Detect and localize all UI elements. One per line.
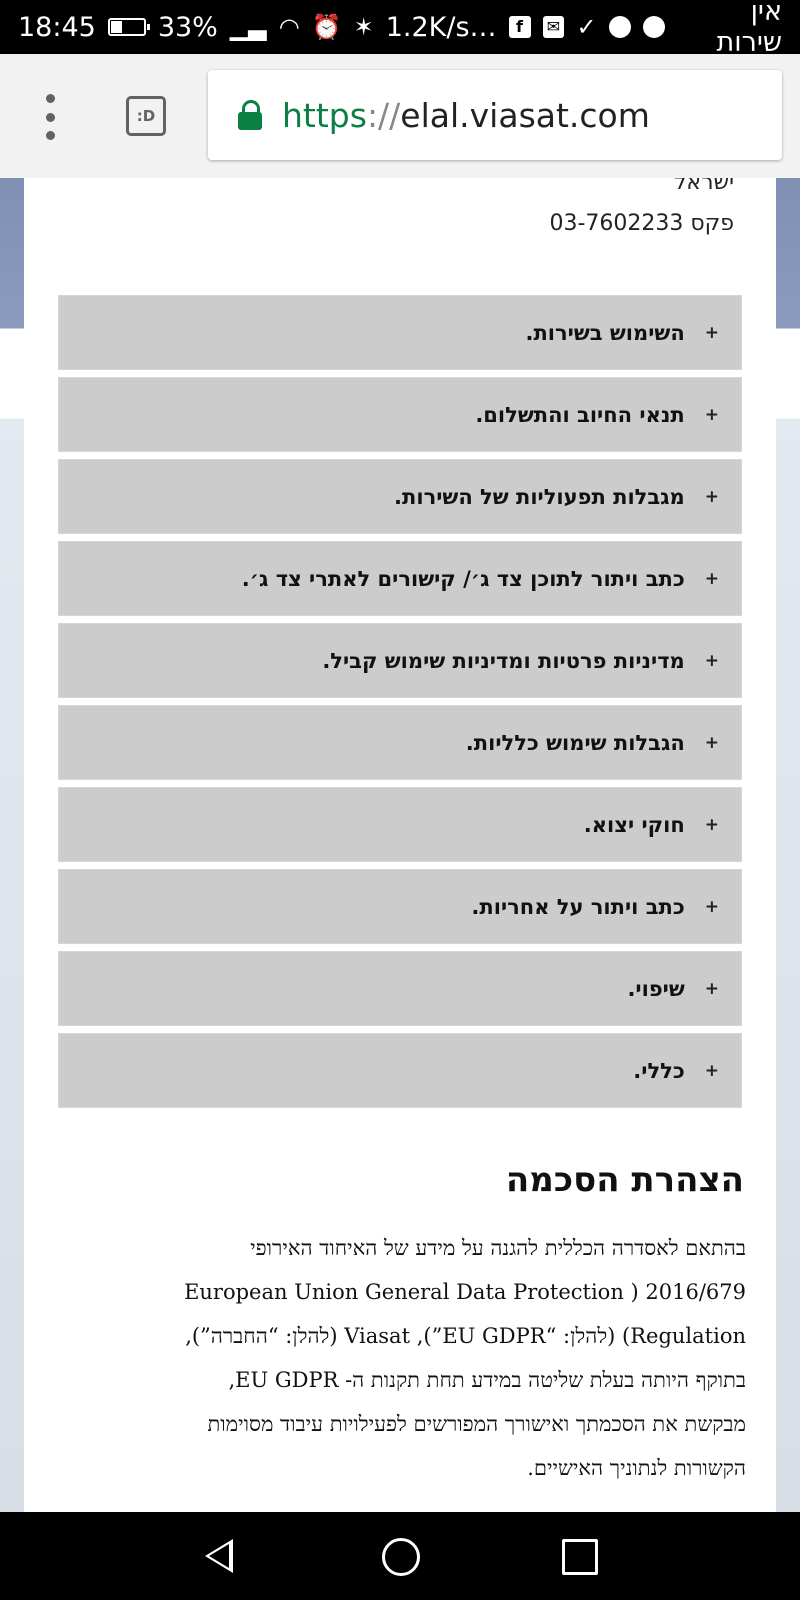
expand-icon: +	[704, 896, 719, 917]
accordion-item[interactable]: + השימוש בשירות.	[58, 295, 742, 370]
accordion-item[interactable]: + כללי.	[58, 1033, 742, 1108]
url-bar[interactable]: https://elal.viasat.com	[208, 70, 782, 160]
consent-line: Regulation) (להלן: “EU GDPR”), Viasat (ל…	[185, 1324, 746, 1348]
overflow-menu-icon[interactable]	[40, 94, 60, 140]
consent-body: בהתאם לאסדרה הכללית להגנה על מידע של האי…	[56, 1226, 746, 1490]
consent-line: בהתאם לאסדרה הכללית להגנה על מידע של האי…	[250, 1236, 746, 1260]
wifi-icon: ◠	[278, 13, 300, 41]
expand-icon: +	[704, 404, 719, 425]
no-signal-icon: ▁▃	[229, 13, 267, 41]
url-host: elal.viasat.com	[400, 95, 650, 135]
expand-icon: +	[704, 650, 719, 671]
accordion-item-label: מדיניות פרטיות ומדיניות שימוש קביל.	[322, 648, 685, 673]
battery-percent: 33%	[157, 11, 218, 43]
music-icon	[608, 16, 631, 38]
expand-icon: +	[704, 486, 719, 507]
url-separator: ://	[366, 95, 401, 135]
accordion-item-label: כללי.	[633, 1058, 685, 1083]
accordion-item[interactable]: + מדיניות פרטיות ומדיניות שימוש קביל.	[58, 623, 742, 698]
navigation-bar	[0, 1512, 800, 1600]
alarm-icon: ⏰	[311, 13, 342, 41]
tab-switcher-button[interactable]: :D	[126, 96, 166, 136]
terms-accordion: + השימוש בשירות. + תנאי החיוב והתשלום. + מג…	[58, 295, 742, 1115]
accordion-item-label: כתב ויתור על אחריות.	[471, 894, 685, 919]
accordion-item[interactable]: + כתב ויתור לתוכן צד ג׳/ קישורים לאתרי צד…	[58, 541, 742, 616]
accordion-item-label: שיפוי.	[627, 976, 685, 1001]
consent-line: בתוקף היותה בעלת שליטה במידע תחת תקנות ה…	[228, 1368, 746, 1392]
recent-apps-icon[interactable]	[562, 1539, 598, 1575]
back-icon[interactable]	[205, 1539, 233, 1573]
lock-icon	[238, 100, 262, 130]
consent-line: European Union General Data Protection )…	[184, 1280, 746, 1304]
page-content: ישראל פקס 03-7602233 + השימוש בשירות. + תנ…	[24, 178, 776, 1512]
facebook-icon: f	[508, 16, 531, 38]
accordion-item-label: חוקי יצוא.	[583, 812, 685, 837]
accordion-item-label: תנאי החיוב והתשלום.	[475, 402, 685, 427]
home-icon[interactable]	[382, 1538, 420, 1576]
status-bar-right: … f ✉ ✓ אין שירות	[469, 0, 783, 58]
accordion-item-label: כתב ויתור לתוכן צד ג׳/ קישורים לאתרי צד …	[241, 566, 685, 591]
telegram-icon	[642, 16, 665, 38]
expand-icon: +	[704, 568, 719, 589]
status-bar: 18:45 33% ▁▃ ◠ ⏰ ✶ 1.2K/s … f ✉ ✓ אין שי…	[0, 0, 800, 58]
accordion-item[interactable]: + חוקי יצוא.	[58, 787, 742, 862]
consent-title: הצהרת הסכמה	[505, 1160, 744, 1200]
carrier-label: אין שירות	[716, 0, 783, 58]
expand-icon: +	[704, 814, 719, 835]
battery-icon	[107, 18, 150, 36]
expand-icon: +	[704, 978, 719, 999]
status-bar-left: 18:45 33% ▁▃ ◠ ⏰ ✶ 1.2K/s	[18, 12, 470, 43]
consent-line: מבקשת את הסכמתך ואישורך המפורשים לפעילוי…	[207, 1412, 746, 1436]
url-scheme: https	[282, 95, 367, 135]
bluetooth-icon: ✶	[353, 13, 374, 41]
address-country: ישראל	[673, 178, 734, 195]
accordion-item-label: מגבלות תפעוליות של השירות.	[394, 484, 685, 509]
expand-icon: +	[704, 732, 719, 753]
accordion-item[interactable]: + הגבלות שימוש כלליות.	[58, 705, 742, 780]
accordion-item[interactable]: + תנאי החיוב והתשלום.	[58, 377, 742, 452]
network-speed: 1.2K/s	[385, 11, 470, 43]
address-fax: פקס 03-7602233	[549, 211, 734, 236]
accordion-item[interactable]: + מגבלות תפעוליות של השירות.	[58, 459, 742, 534]
check-icon: ✓	[576, 13, 597, 41]
expand-icon: +	[704, 322, 719, 343]
browser-toolbar: :D https://elal.viasat.com	[0, 54, 800, 178]
clock: 18:45	[18, 11, 96, 43]
accordion-item[interactable]: + כתב ויתור על אחריות.	[58, 869, 742, 944]
overflow-indicator: …	[469, 11, 497, 43]
email-icon: ✉	[542, 16, 565, 38]
expand-icon: +	[704, 1060, 719, 1081]
consent-line: הקשורות לנתוניך האישיים.	[527, 1456, 746, 1480]
accordion-item-label: השימוש בשירות.	[525, 320, 685, 345]
accordion-item[interactable]: + שיפוי.	[58, 951, 742, 1026]
accordion-item-label: הגבלות שימוש כלליות.	[465, 730, 685, 755]
